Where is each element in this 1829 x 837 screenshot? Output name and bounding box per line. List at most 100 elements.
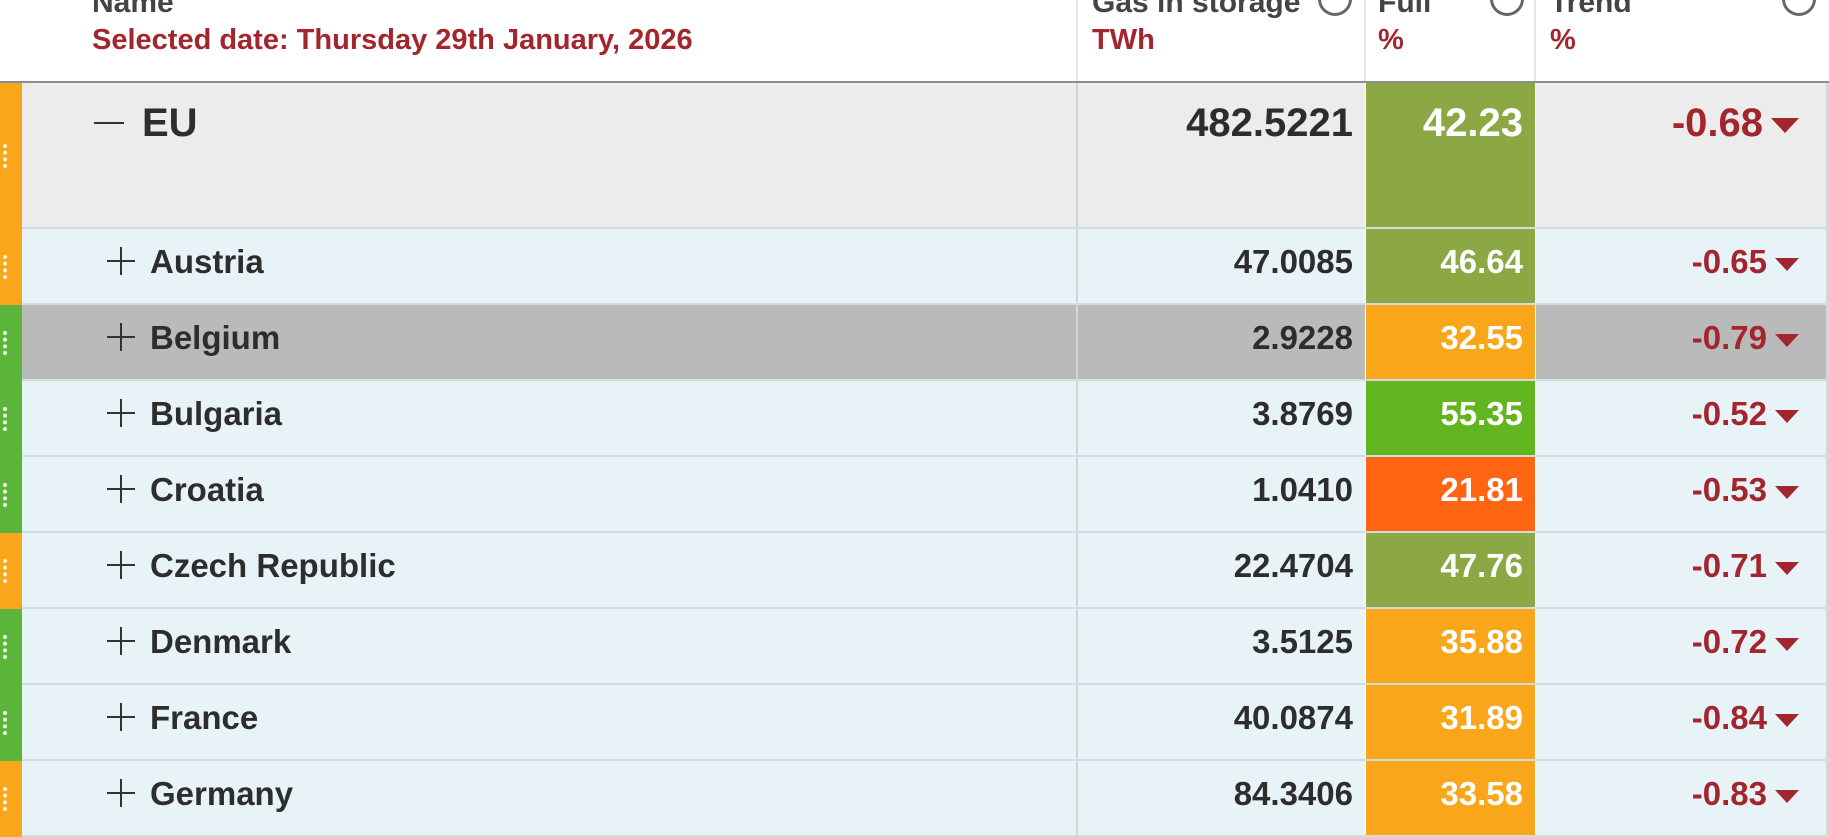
status-edge	[0, 457, 22, 533]
storage-cell: 84.3406	[1078, 761, 1365, 837]
drag-handle-icon[interactable]	[3, 711, 11, 735]
trend-value: -0.72	[1691, 623, 1767, 660]
storage-cell: 482.5221	[1078, 83, 1365, 229]
storage-cell: 47.0085	[1078, 229, 1365, 305]
table-row-germany[interactable]: Germany 84.3406 33.58 -0.83	[0, 761, 1829, 837]
table-row-czech-republic[interactable]: Czech Republic 22.4704 47.76 -0.71	[0, 533, 1829, 609]
full-cell: 35.88	[1366, 609, 1535, 685]
storage-value: 40.0874	[1233, 699, 1353, 736]
storage-cell: 3.5125	[1078, 609, 1365, 685]
status-edge	[0, 381, 22, 457]
expand-icon[interactable]	[107, 475, 135, 503]
storage-value: 1.0410	[1252, 471, 1353, 508]
table-header: Name Selected date: Thursday 29th Januar…	[0, 0, 1829, 83]
storage-cell: 3.8769	[1078, 381, 1365, 457]
table-row-bulgaria[interactable]: Bulgaria 3.8769 55.35 -0.52	[0, 381, 1829, 457]
trend-cell: -0.53	[1536, 457, 1827, 533]
storage-value: 3.5125	[1252, 623, 1353, 660]
name-cell: Czech Republic	[22, 533, 1076, 609]
storage-cell: 2.9228	[1078, 305, 1365, 381]
name-cell: Croatia	[22, 457, 1076, 533]
trend-value-wrap: -0.71	[1692, 547, 1799, 585]
drag-handle-icon[interactable]	[3, 407, 11, 431]
drag-handle-icon[interactable]	[3, 483, 11, 507]
row-name: Germany	[150, 775, 294, 812]
full-value: 55.35	[1440, 395, 1523, 432]
header-trend-column[interactable]: Trend %	[1536, 0, 1827, 81]
trend-value-wrap: -0.72	[1692, 623, 1799, 661]
trend-value-wrap: -0.84	[1692, 699, 1799, 737]
trend-cell: -0.52	[1536, 381, 1827, 457]
name-cell: Germany	[22, 761, 1076, 837]
trend-value-wrap: -0.65	[1692, 243, 1799, 281]
expand-icon[interactable]	[107, 627, 135, 655]
full-cell: 21.81	[1366, 457, 1535, 533]
row-name: Bulgaria	[150, 395, 283, 432]
header-full-label: Full	[1378, 0, 1432, 19]
name-cell: Austria	[22, 229, 1076, 305]
table-row-belgium[interactable]: Belgium 2.9228 32.55 -0.79	[0, 305, 1829, 381]
table-row-denmark[interactable]: Denmark 3.5125 35.88 -0.72	[0, 609, 1829, 685]
trend-down-icon	[1775, 637, 1799, 651]
name-cell: Bulgaria	[22, 381, 1076, 457]
selected-date: Selected date: Thursday 29th January, 20…	[92, 24, 693, 56]
full-cell: 42.23	[1366, 83, 1535, 229]
trend-value: -0.83	[1691, 775, 1767, 812]
trend-value-wrap: -0.68	[1672, 101, 1799, 146]
storage-value: 22.4704	[1233, 547, 1353, 584]
full-cell: 47.76	[1366, 533, 1535, 609]
full-cell: 46.64	[1366, 229, 1535, 305]
header-trend-label: Trend	[1550, 0, 1632, 19]
expand-icon[interactable]	[107, 247, 135, 275]
expand-icon[interactable]	[107, 551, 135, 579]
collapse-icon[interactable]	[94, 122, 124, 124]
full-value: 32.55	[1440, 319, 1523, 356]
full-value: 21.81	[1440, 471, 1523, 508]
table-row-croatia[interactable]: Croatia 1.0410 21.81 -0.53	[0, 457, 1829, 533]
drag-handle-icon[interactable]	[3, 144, 11, 168]
full-value: 33.58	[1440, 775, 1523, 812]
trend-down-icon	[1775, 789, 1799, 803]
trend-cell: -0.72	[1536, 609, 1827, 685]
table-row-france[interactable]: France 40.0874 31.89 -0.84	[0, 685, 1829, 761]
drag-handle-icon[interactable]	[3, 635, 11, 659]
info-icon[interactable]	[1318, 0, 1352, 16]
trend-cell: -0.83	[1536, 761, 1827, 837]
trend-value-wrap: -0.52	[1692, 395, 1799, 433]
status-edge	[0, 609, 22, 685]
row-name: Croatia	[150, 471, 264, 508]
name-cell: France	[22, 685, 1076, 761]
header-name-column[interactable]: Name Selected date: Thursday 29th Januar…	[22, 0, 1076, 81]
expand-icon[interactable]	[107, 779, 135, 807]
drag-handle-icon[interactable]	[3, 331, 11, 355]
header-storage-column[interactable]: Gas in storage TWh	[1078, 0, 1365, 81]
trend-value: -0.65	[1691, 243, 1767, 280]
expand-icon[interactable]	[107, 323, 135, 351]
trend-cell: -0.71	[1536, 533, 1827, 609]
drag-handle-icon[interactable]	[3, 255, 11, 279]
table-row-austria[interactable]: Austria 47.0085 46.64 -0.65	[0, 229, 1829, 305]
info-icon[interactable]	[1782, 0, 1816, 16]
header-trend-unit: %	[1550, 24, 1576, 56]
trend-down-icon	[1775, 333, 1799, 347]
expand-icon[interactable]	[107, 399, 135, 427]
status-edge	[0, 83, 22, 229]
eu-total-row[interactable]: EU 482.5221 42.23 -0.68	[0, 83, 1829, 229]
full-value: 47.76	[1440, 547, 1523, 584]
status-edge	[0, 761, 22, 837]
trend-value: -0.68	[1671, 101, 1763, 145]
trend-down-icon	[1775, 561, 1799, 575]
info-icon[interactable]	[1490, 0, 1524, 16]
row-name: Denmark	[150, 623, 292, 660]
expand-icon[interactable]	[107, 703, 135, 731]
trend-cell: -0.65	[1536, 229, 1827, 305]
storage-cell: 1.0410	[1078, 457, 1365, 533]
drag-handle-icon[interactable]	[3, 787, 11, 811]
drag-handle-icon[interactable]	[3, 559, 11, 583]
row-name: Austria	[150, 243, 264, 280]
full-value: 46.64	[1440, 243, 1523, 280]
trend-down-icon	[1775, 409, 1799, 423]
full-cell: 55.35	[1366, 381, 1535, 457]
trend-value-wrap: -0.79	[1692, 319, 1799, 357]
header-full-column[interactable]: Full %	[1366, 0, 1535, 81]
